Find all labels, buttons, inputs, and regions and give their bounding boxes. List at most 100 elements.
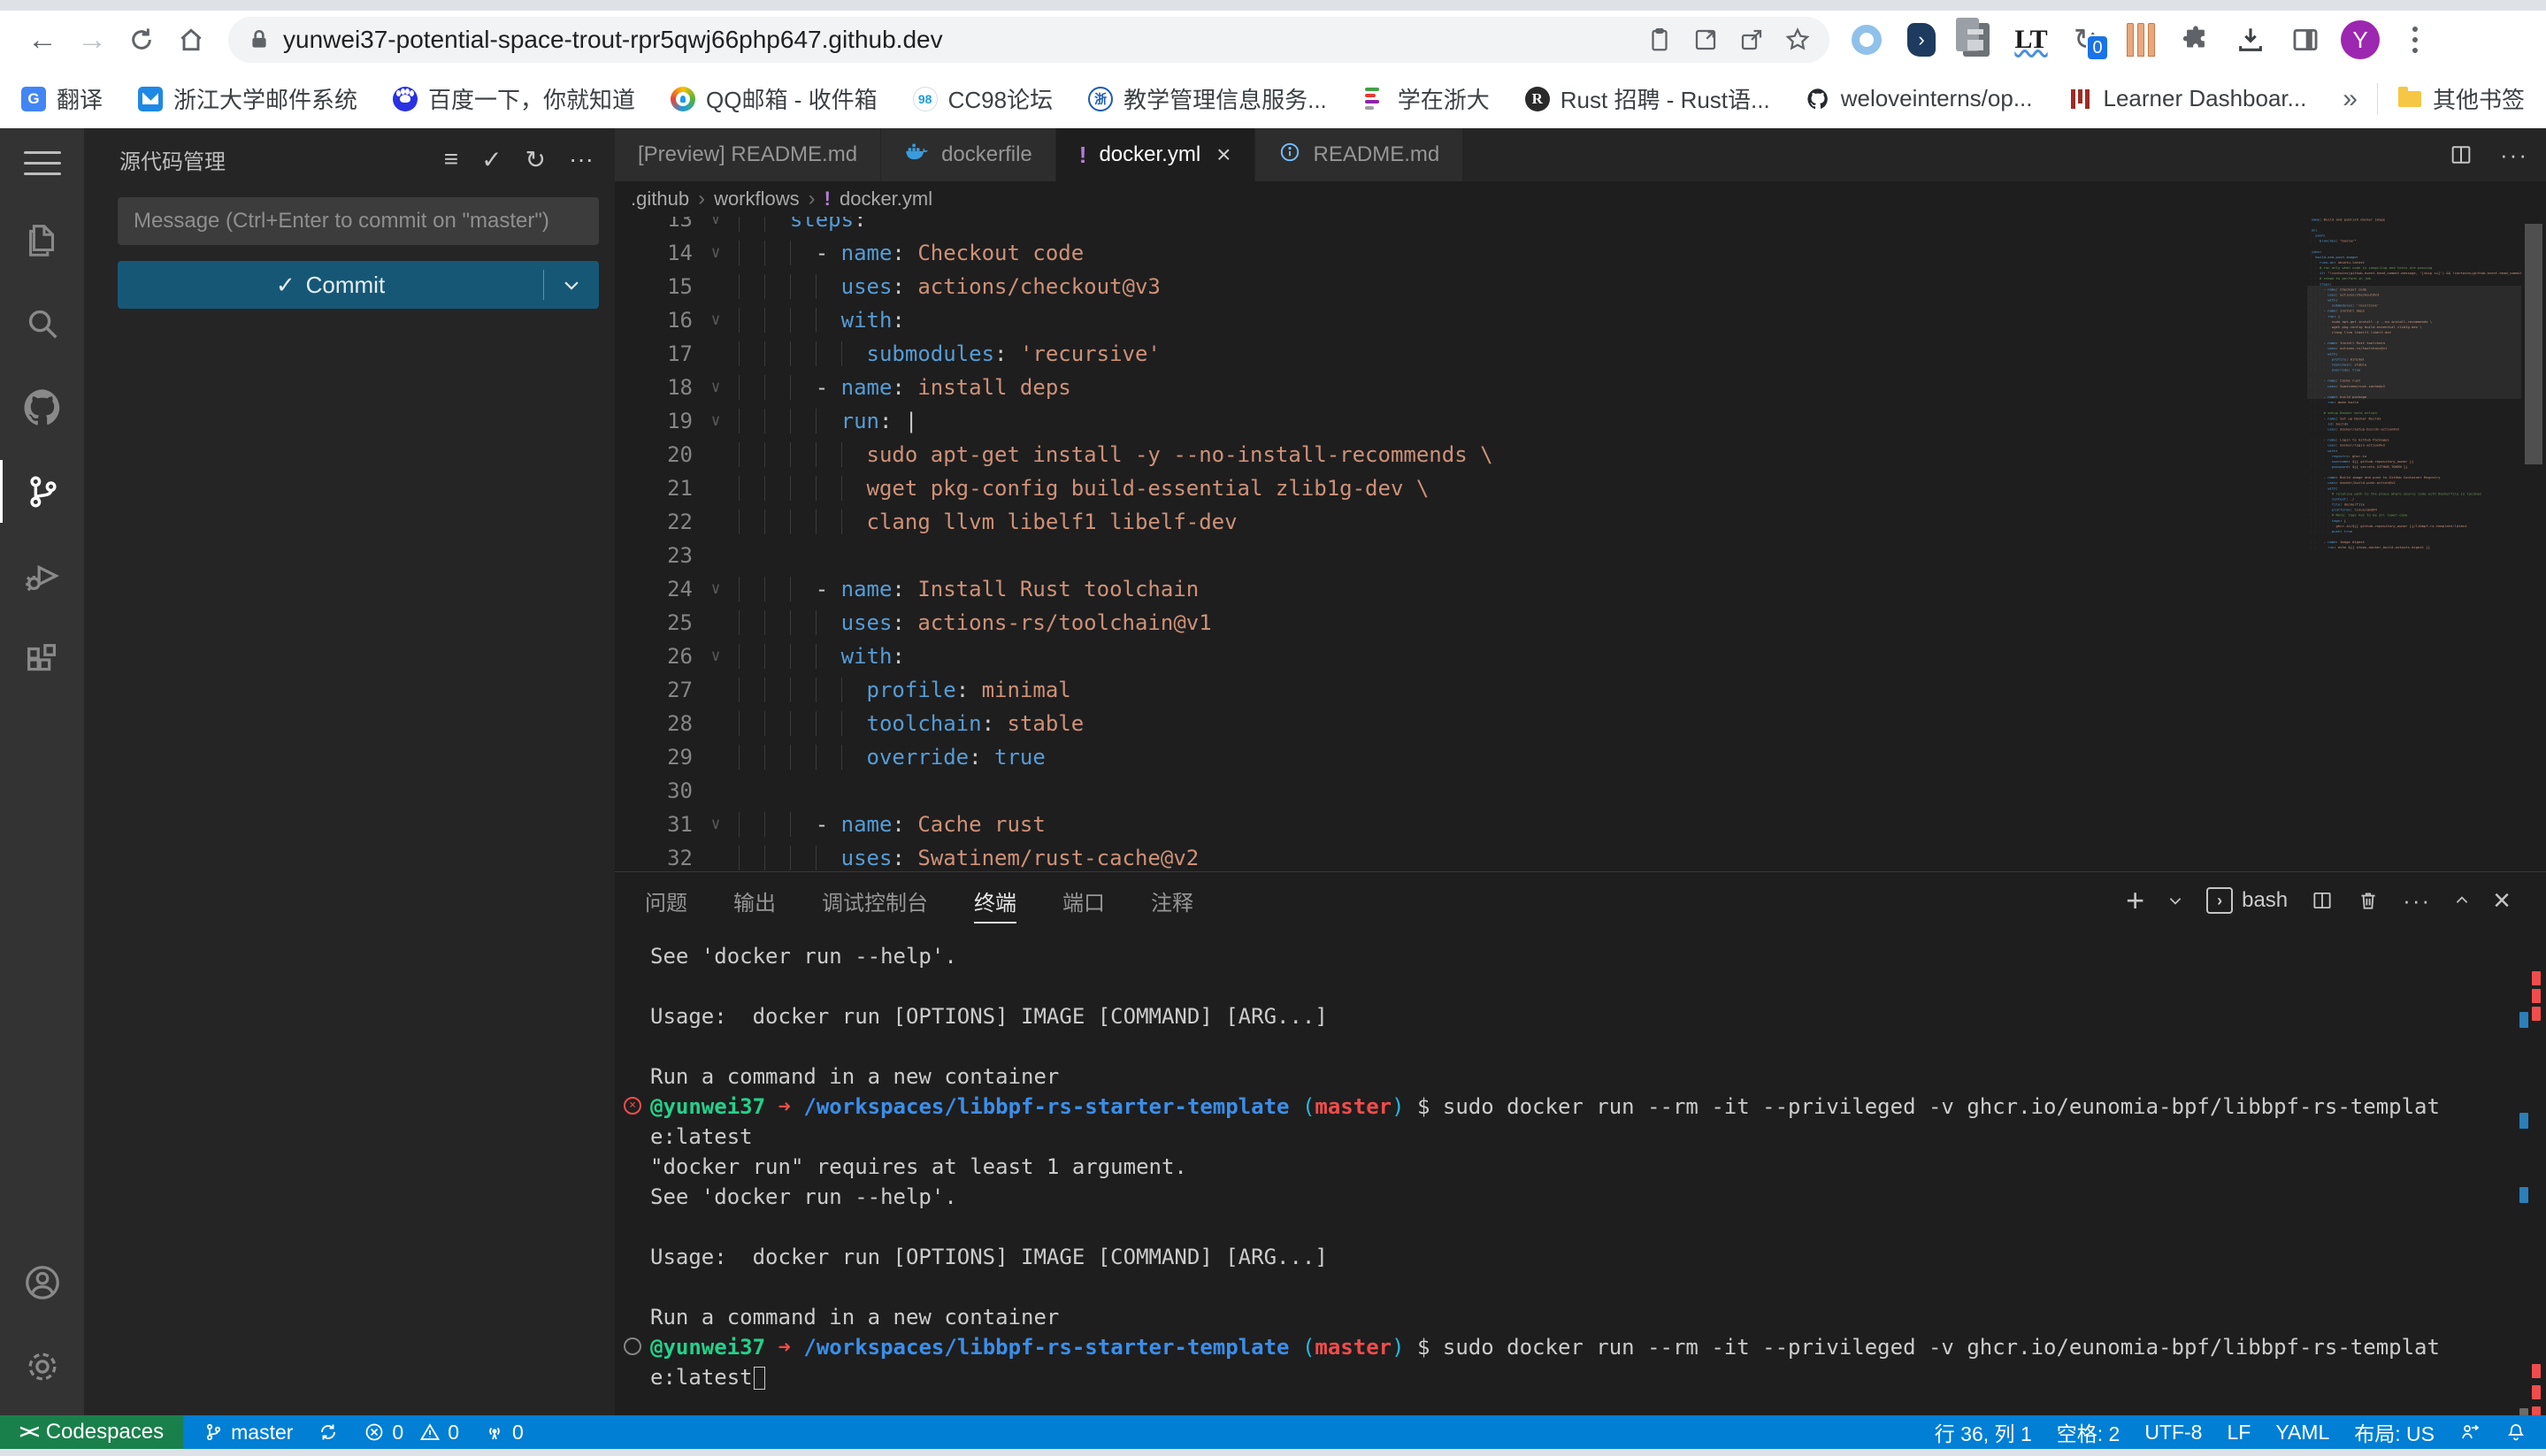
bookmark-item[interactable]: 学在浙大 [1362, 82, 1490, 115]
fold-chevron-icon[interactable] [693, 673, 739, 707]
code-line[interactable]: 16∨ with: [615, 303, 2546, 337]
commit-check-icon[interactable]: ✓ [481, 145, 502, 174]
save-page-icon[interactable] [1637, 17, 1683, 63]
other-bookmarks-button[interactable]: 其他书签 [2397, 82, 2525, 115]
kill-terminal-trash-icon[interactable] [2357, 889, 2380, 912]
code-line[interactable]: 15 uses: actions/checkout@v3 [615, 270, 2546, 303]
code-line[interactable]: 27 profile: minimal [615, 673, 2546, 707]
code-line[interactable]: 32 uses: Swatinem/rust-cache@v2 [615, 841, 2546, 871]
minimap[interactable]: name: Build and publish docker image on:… [2307, 217, 2521, 871]
run-debug-icon[interactable] [0, 533, 84, 617]
languagetool-icon[interactable]: LT [2008, 17, 2054, 63]
fold-chevron-icon[interactable]: ∨ [693, 572, 739, 606]
breadcrumb-item[interactable]: .github [631, 188, 689, 211]
terminal-output[interactable]: See 'docker run --help'. Usage: docker r… [615, 929, 2546, 1392]
split-terminal-icon[interactable] [2311, 889, 2334, 912]
account-icon[interactable] [0, 1240, 84, 1324]
bookmark-item[interactable]: G翻译 [21, 82, 103, 115]
bookmark-item[interactable]: QQ邮箱 - 收件箱 [671, 82, 878, 115]
editor-more-icon[interactable]: ··· [2500, 142, 2528, 169]
fold-chevron-icon[interactable]: ∨ [693, 640, 739, 673]
code-line[interactable]: 13∨ steps: [615, 217, 2546, 236]
bookmark-item[interactable]: 浙江大学邮件系统 [138, 82, 357, 115]
panel-tab[interactable]: 注释 [1151, 872, 1193, 929]
address-bar[interactable]: yunwei37-potential-space-trout-rpr5qwj66… [228, 17, 1829, 63]
editor-tab[interactable]: dockerfile [881, 128, 1056, 181]
code-line[interactable]: 29 override: true [615, 740, 2546, 774]
fold-chevron-icon[interactable]: ∨ [693, 404, 739, 438]
extension-navy-icon[interactable]: › [1898, 17, 1944, 63]
fold-chevron-icon[interactable] [693, 438, 739, 471]
extension-pages-icon[interactable] [1953, 17, 1999, 63]
sidebar-more-icon[interactable]: ··· [569, 145, 594, 173]
extensions-puzzle-icon[interactable] [2173, 17, 2219, 63]
status-item[interactable]: UTF-8 [2132, 1415, 2214, 1449]
problems-indicator[interactable]: 0 0 [351, 1415, 472, 1449]
close-panel-icon[interactable]: × [2493, 884, 2511, 918]
feedback-button[interactable] [2447, 1415, 2493, 1449]
editor-tab[interactable]: README.md [1255, 128, 1464, 181]
bookmarks-overflow-icon[interactable]: » [2343, 84, 2358, 114]
browser-menu-icon[interactable] [2392, 17, 2438, 63]
fold-chevron-icon[interactable] [693, 505, 739, 539]
status-item[interactable]: 布局: US [2342, 1415, 2447, 1449]
editor-scrollbar-thumb[interactable] [2525, 224, 2542, 464]
commit-message-input[interactable] [118, 197, 599, 245]
bookmark-item[interactable]: 98CC98论坛 [913, 82, 1053, 115]
terminal-profile-chevron-icon[interactable] [2167, 893, 2183, 908]
code-line[interactable]: 28 toolchain: stable [615, 707, 2546, 740]
fold-chevron-icon[interactable]: ∨ [693, 371, 739, 404]
code-line[interactable]: 17 submodules: 'recursive' [615, 337, 2546, 371]
editor-tab[interactable]: !docker.yml× [1056, 128, 1255, 181]
bookmark-item[interactable]: 浙教学管理信息服务... [1088, 82, 1327, 115]
downloads-icon[interactable] [2228, 17, 2274, 63]
editor-scrollbar[interactable] [2521, 217, 2546, 871]
code-line[interactable]: 18∨ - name: install deps [615, 371, 2546, 404]
bullets-extension-icon[interactable] [2118, 17, 2164, 63]
menu-hamburger-icon[interactable] [0, 128, 84, 197]
terminal-session-item[interactable]: › bash [2206, 887, 2288, 914]
side-panel-icon[interactable] [2282, 17, 2328, 63]
editor-tab[interactable]: [Preview] README.md [615, 128, 881, 181]
fold-chevron-icon[interactable] [693, 606, 739, 640]
code-line[interactable]: 22 clang llvm libelf1 libelf-dev [615, 505, 2546, 539]
fold-chevron-icon[interactable] [693, 337, 739, 371]
code-line[interactable]: 21 wget pkg-config build-essential zlib1… [615, 471, 2546, 505]
fold-chevron-icon[interactable] [693, 539, 739, 572]
breadcrumb-item[interactable]: workflows [714, 188, 800, 211]
code-line[interactable]: 25 uses: actions-rs/toolchain@v1 [615, 606, 2546, 640]
panel-tab[interactable]: 问题 [645, 872, 687, 929]
code-line[interactable]: 14∨ - name: Checkout code [615, 236, 2546, 270]
branch-indicator[interactable]: master [190, 1415, 305, 1449]
share-icon[interactable] [1729, 17, 1775, 63]
code-line[interactable]: 19∨ run: | [615, 404, 2546, 438]
status-item[interactable]: LF [2214, 1415, 2263, 1449]
code-line[interactable]: 20 sudo apt-get install -y --no-install-… [615, 438, 2546, 471]
code-line[interactable]: 26∨ with: [615, 640, 2546, 673]
fold-chevron-icon[interactable] [693, 774, 739, 808]
breadcrumb-item[interactable]: docker.yml [840, 188, 932, 211]
status-item[interactable]: YAML [2263, 1415, 2342, 1449]
fold-chevron-icon[interactable] [693, 740, 739, 774]
panel-more-icon[interactable]: ··· [2403, 887, 2431, 915]
minimap-slider[interactable] [2307, 286, 2521, 399]
code-line[interactable]: 23 [615, 539, 2546, 572]
ports-indicator[interactable]: 0 [472, 1415, 536, 1449]
panel-tab[interactable]: 端口 [1062, 872, 1105, 929]
home-icon[interactable] [166, 15, 216, 65]
split-editor-icon[interactable] [2449, 142, 2473, 167]
explorer-icon[interactable] [0, 197, 84, 281]
status-item[interactable]: 空格: 2 [2044, 1415, 2133, 1449]
new-terminal-icon[interactable]: + [2126, 882, 2144, 919]
open-in-window-icon[interactable] [1683, 17, 1729, 63]
maximize-panel-icon[interactable] [2454, 893, 2470, 908]
bookmark-item[interactable]: RRust 招聘 - Rust语... [1525, 82, 1770, 115]
code-editor[interactable]: 13∨ steps:14∨ - name: Checkout code15 us… [615, 217, 2546, 871]
panel-tab[interactable]: 调试控制台 [822, 872, 928, 929]
fold-chevron-icon[interactable]: ∨ [693, 217, 739, 236]
code-line[interactable]: 24∨ - name: Install Rust toolchain [615, 572, 2546, 606]
back-icon[interactable]: ← [18, 15, 67, 65]
bookmark-item[interactable]: 百度一下，你就知道 [393, 82, 635, 115]
forward-icon[interactable]: → [67, 15, 117, 65]
fold-chevron-icon[interactable]: ∨ [693, 303, 739, 337]
